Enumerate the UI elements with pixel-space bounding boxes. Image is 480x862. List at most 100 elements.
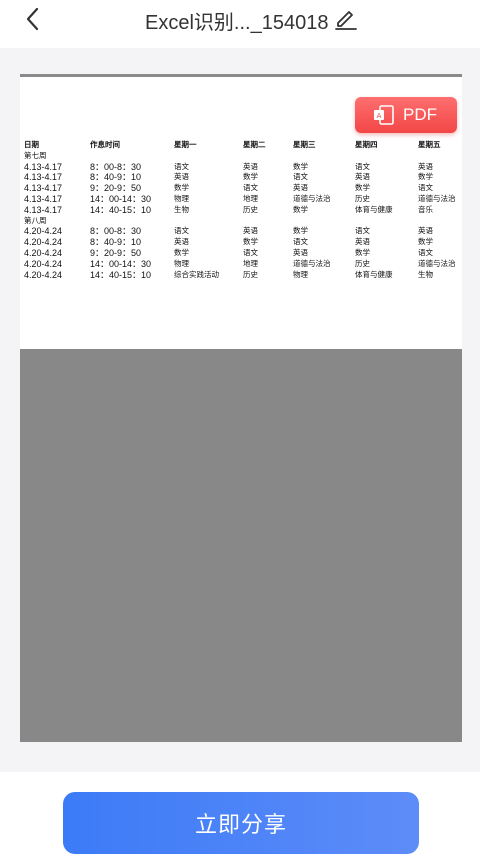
- table-cell: 历史: [355, 258, 370, 268]
- table-row: 4.13-4.17 8：40-9：10 英语 数学 语文 英语 数学: [20, 172, 462, 183]
- table-cell: 地理: [243, 258, 258, 268]
- column-header: 作息时间: [90, 140, 120, 149]
- table-cell: 地理: [243, 193, 258, 203]
- table-cell: 数学: [355, 247, 370, 257]
- table-cell: 4.20-4.24: [24, 258, 63, 269]
- chevron-left-icon: [26, 7, 39, 31]
- table-cell: 4.13-4.17: [24, 204, 63, 215]
- table-cell: 14：00-14：30: [90, 193, 152, 204]
- table-cell: 物理: [293, 269, 308, 279]
- table-cell: 数学: [293, 204, 308, 214]
- table-cell: 英语: [418, 226, 433, 236]
- column-header: 星期一: [174, 140, 197, 149]
- spreadsheet-page: A PDF 日期 作息时间 星期一 星期二 星期三 星期四 星期五 第七周 4.1…: [20, 74, 462, 349]
- table-cell: 14：40-15：10: [90, 269, 152, 280]
- table-cell: 4.13-4.17: [24, 161, 63, 172]
- table-cell: 4.13-4.17: [24, 183, 63, 194]
- export-pdf-button[interactable]: A PDF: [355, 97, 457, 133]
- column-header: 星期四: [355, 140, 378, 149]
- table-cell: 数学: [418, 172, 433, 182]
- table-row: 4.20-4.24 8：40-9：10 英语 数学 语文 英语 数学: [20, 237, 462, 248]
- table-row: 第八周: [20, 216, 462, 227]
- table-row: 4.13-4.17 14：00-14：30 物理 地理 道德与法治 历史 道德与法治: [20, 194, 462, 205]
- top-bar: Excel识别..._154018: [0, 0, 480, 48]
- table-cell: 生物: [174, 204, 189, 214]
- table-cell: 综合实践活动: [174, 269, 219, 279]
- table-cell: 8：00-8：30: [90, 226, 142, 237]
- table-row: 4.13-4.17 8：00-8：30 语文 英语 数学 语文 英语: [20, 162, 462, 173]
- pencil-icon: [335, 11, 357, 30]
- column-header: 星期三: [293, 140, 316, 149]
- table-cell: 语文: [293, 172, 308, 182]
- share-button[interactable]: 立即分享: [63, 792, 419, 854]
- table-cell: 4.13-4.17: [24, 193, 63, 204]
- table-cell: 14：00-14：30: [90, 258, 152, 269]
- table-cell: 英语: [355, 172, 370, 182]
- table-cell: 语文: [174, 161, 189, 171]
- table-cell: 9：20-9：50: [90, 247, 142, 258]
- table-cell: 音乐: [418, 204, 433, 214]
- table-cell: 8：40-9：10: [90, 172, 142, 183]
- svg-text:A: A: [377, 112, 382, 120]
- table-row: 4.20-4.24 14：00-14：30 物理 地理 道德与法治 历史 道德与法治: [20, 259, 462, 270]
- table-cell: 语文: [418, 183, 433, 193]
- table-cell: 数学: [293, 161, 308, 171]
- document-preview[interactable]: A PDF 日期 作息时间 星期一 星期二 星期三 星期四 星期五 第七周 4.1…: [20, 74, 462, 742]
- table-cell: 4.13-4.17: [24, 172, 63, 183]
- table-cell: 数学: [174, 183, 189, 193]
- table-cell: 4.20-4.24: [24, 226, 63, 237]
- table-cell: 英语: [174, 172, 189, 182]
- table-cell: 语文: [243, 183, 258, 193]
- table-cell: 语文: [355, 226, 370, 236]
- document-title: Excel识别..._154018: [145, 12, 329, 34]
- rename-button[interactable]: [334, 6, 358, 30]
- table-cell: 道德与法治: [293, 193, 331, 203]
- table-cell: 道德与法治: [418, 193, 456, 203]
- column-header: 日期: [24, 140, 39, 149]
- table-cell: 数学: [243, 172, 258, 182]
- table-body: 第七周 4.13-4.17 8：00-8：30 语文 英语 数学 语文 英语 4.13-4.17…: [20, 151, 462, 281]
- table-cell: 数学: [355, 183, 370, 193]
- table-cell: 英语: [243, 161, 258, 171]
- table-cell: 语文: [355, 161, 370, 171]
- table-cell: 历史: [243, 204, 258, 214]
- column-header: 星期五: [418, 140, 441, 149]
- table-cell: 历史: [355, 193, 370, 203]
- table-cell: 数学: [293, 226, 308, 236]
- table-cell: 体育与健康: [355, 204, 393, 214]
- table-cell: 语文: [418, 247, 433, 257]
- table-cell: 语文: [174, 226, 189, 236]
- table-cell: 14：40-15：10: [90, 204, 152, 215]
- column-header: 星期二: [243, 140, 266, 149]
- table-cell: 8：40-9：10: [90, 237, 142, 248]
- table-cell: 物理: [174, 193, 189, 203]
- table-cell: 8：00-8：30: [90, 161, 142, 172]
- table-cell: 英语: [243, 226, 258, 236]
- table-cell: 第八周: [24, 215, 47, 225]
- table-cell: 数学: [174, 247, 189, 257]
- table-cell: 生物: [418, 269, 433, 279]
- table-cell: 语文: [243, 247, 258, 257]
- table-cell: 历史: [243, 269, 258, 279]
- table-cell: 9：20-9：50: [90, 183, 142, 194]
- table-header-row: 日期 作息时间 星期一 星期二 星期三 星期四 星期五: [20, 140, 462, 151]
- table-cell: 4.20-4.24: [24, 247, 63, 258]
- table-cell: 第七周: [24, 150, 47, 160]
- table-cell: 数学: [243, 237, 258, 247]
- table-cell: 语文: [293, 237, 308, 247]
- table-row: 4.13-4.17 9：20-9：50 数学 语文 英语 数学 语文: [20, 183, 462, 194]
- table-cell: 体育与健康: [355, 269, 393, 279]
- back-button[interactable]: [20, 6, 48, 34]
- table-row: 4.20-4.24 9：20-9：50 数学 语文 英语 数学 语文: [20, 248, 462, 259]
- table-cell: 英语: [174, 237, 189, 247]
- table-cell: 4.20-4.24: [24, 237, 63, 248]
- table-cell: 道德与法治: [418, 258, 456, 268]
- table-cell: 物理: [174, 258, 189, 268]
- table-cell: 4.20-4.24: [24, 269, 63, 280]
- table-cell: 英语: [293, 183, 308, 193]
- table-cell: 英语: [355, 237, 370, 247]
- table-cell: 英语: [293, 247, 308, 257]
- table-cell: 道德与法治: [293, 258, 331, 268]
- table-row: 4.20-4.24 14：40-15：10 综合实践活动 历史 物理 体育与健康 生物: [20, 270, 462, 281]
- export-pdf-label: PDF: [403, 105, 437, 124]
